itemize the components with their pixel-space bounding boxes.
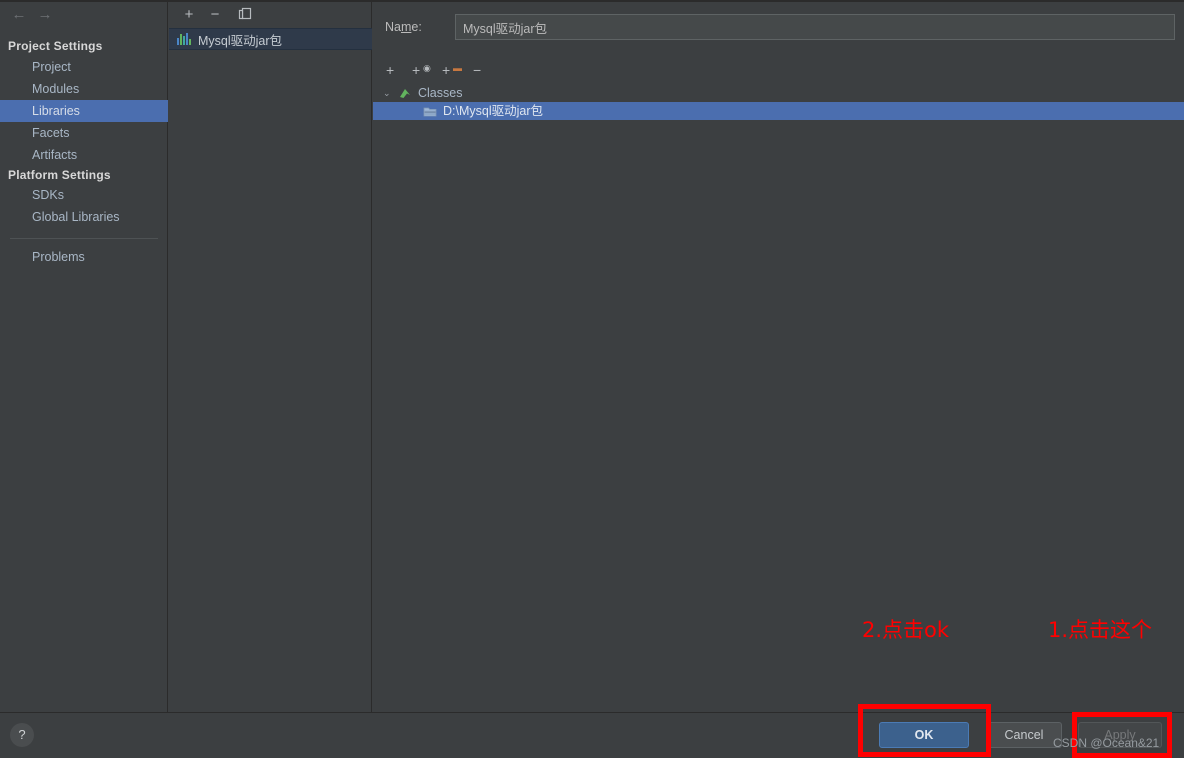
classes-arrow-icon xyxy=(398,87,412,100)
sidebar-item-global-libraries[interactable]: Global Libraries xyxy=(0,206,168,228)
sidebar-item-label: Project xyxy=(32,60,71,74)
tree-node-label: Classes xyxy=(418,86,463,100)
sidebar-item-artifacts[interactable]: Artifacts xyxy=(0,144,168,166)
sidebar-navigation: ← → xyxy=(0,2,168,28)
name-label-prefix: Na xyxy=(385,20,401,34)
sidebar-item-label: Problems xyxy=(32,250,85,264)
project-structure-dialog: ← → Project Settings Project Modules Lib… xyxy=(0,0,1184,758)
plus-circle-icon[interactable]: + ◉ xyxy=(412,60,431,80)
help-icon[interactable]: ? xyxy=(10,723,34,747)
sidebar-item-label: SDKs xyxy=(32,188,64,202)
sidebar-item-facets[interactable]: Facets xyxy=(0,122,168,144)
arrow-left-icon[interactable]: ← xyxy=(6,6,32,24)
sidebar-item-label: Facets xyxy=(32,126,70,140)
sidebar-item-problems[interactable]: Problems xyxy=(0,246,168,268)
library-list-toolbar: + − xyxy=(169,2,372,28)
plus-glyph: + xyxy=(442,62,451,78)
classes-tree: ⌄ Classes D:\Mysql驱动jar包 xyxy=(373,84,1184,120)
tree-node-classes[interactable]: ⌄ Classes xyxy=(373,84,1184,102)
annotation-text-step2: 2.点击ok xyxy=(862,618,950,642)
sidebar-item-libraries[interactable]: Libraries xyxy=(0,100,168,122)
plus-icon[interactable]: + xyxy=(386,60,394,80)
name-label-mnemonic: m xyxy=(400,20,412,34)
classes-toolbar: + + ◉ + ▬ − xyxy=(383,60,783,82)
library-icon xyxy=(177,33,191,45)
sidebar-group-project-settings: Project Settings xyxy=(8,39,103,53)
annotation-box-apply xyxy=(1072,712,1172,758)
add-library-button[interactable]: + xyxy=(179,6,199,24)
list-item[interactable]: Mysql驱动jar包 xyxy=(169,28,372,50)
sidebar-item-label: Global Libraries xyxy=(32,210,120,224)
library-name-input[interactable] xyxy=(455,14,1175,40)
settings-sidebar: ← → Project Settings Project Modules Lib… xyxy=(0,2,168,712)
sidebar-item-modules[interactable]: Modules xyxy=(0,78,168,100)
library-detail-panel: Name: + +◉ +▬ − ⌄ Classes xyxy=(373,2,1184,712)
tree-node-label: D:\Mysql驱动jar包 xyxy=(443,104,544,118)
cancel-button[interactable]: Cancel xyxy=(986,722,1062,748)
sidebar-item-label: Libraries xyxy=(32,104,80,118)
sidebar-item-label: Modules xyxy=(32,82,80,96)
jar-folder-icon xyxy=(423,105,437,118)
name-label: Name: xyxy=(385,20,422,34)
arrow-right-icon[interactable]: → xyxy=(32,6,58,24)
sidebar-group-platform-settings: Platform Settings xyxy=(8,168,111,182)
sidebar-item-label: Artifacts xyxy=(32,148,78,162)
library-list-panel: + − Mysql驱动jar包 xyxy=(169,2,372,712)
name-label-suffix: e: xyxy=(411,20,422,34)
folder-glyph: ▬ xyxy=(453,63,462,73)
sidebar-item-project[interactable]: Project xyxy=(0,56,168,78)
annotation-text-step1: 1.点击这个 xyxy=(1048,618,1153,642)
sidebar-divider xyxy=(10,238,158,239)
copy-icon[interactable] xyxy=(235,7,255,25)
annotation-box-ok xyxy=(858,704,991,757)
watermark-text: CSDN @Ocean&21 xyxy=(1053,736,1160,750)
circle-glyph: ◉ xyxy=(423,63,431,73)
minus-icon[interactable]: − xyxy=(473,60,481,80)
plus-folder-icon[interactable]: + ▬ xyxy=(442,60,462,80)
tree-node-jar-path[interactable]: D:\Mysql驱动jar包 xyxy=(373,102,1184,120)
sidebar-item-sdks[interactable]: SDKs xyxy=(0,184,168,206)
plus-glyph: + xyxy=(412,62,421,78)
chevron-down-icon[interactable]: ⌄ xyxy=(383,84,395,102)
list-item-label: Mysql驱动jar包 xyxy=(198,33,283,48)
name-row: Name: xyxy=(385,14,1175,42)
remove-library-button[interactable]: − xyxy=(205,6,225,24)
dialog-button-bar: ? OK Cancel Apply xyxy=(0,713,1184,758)
